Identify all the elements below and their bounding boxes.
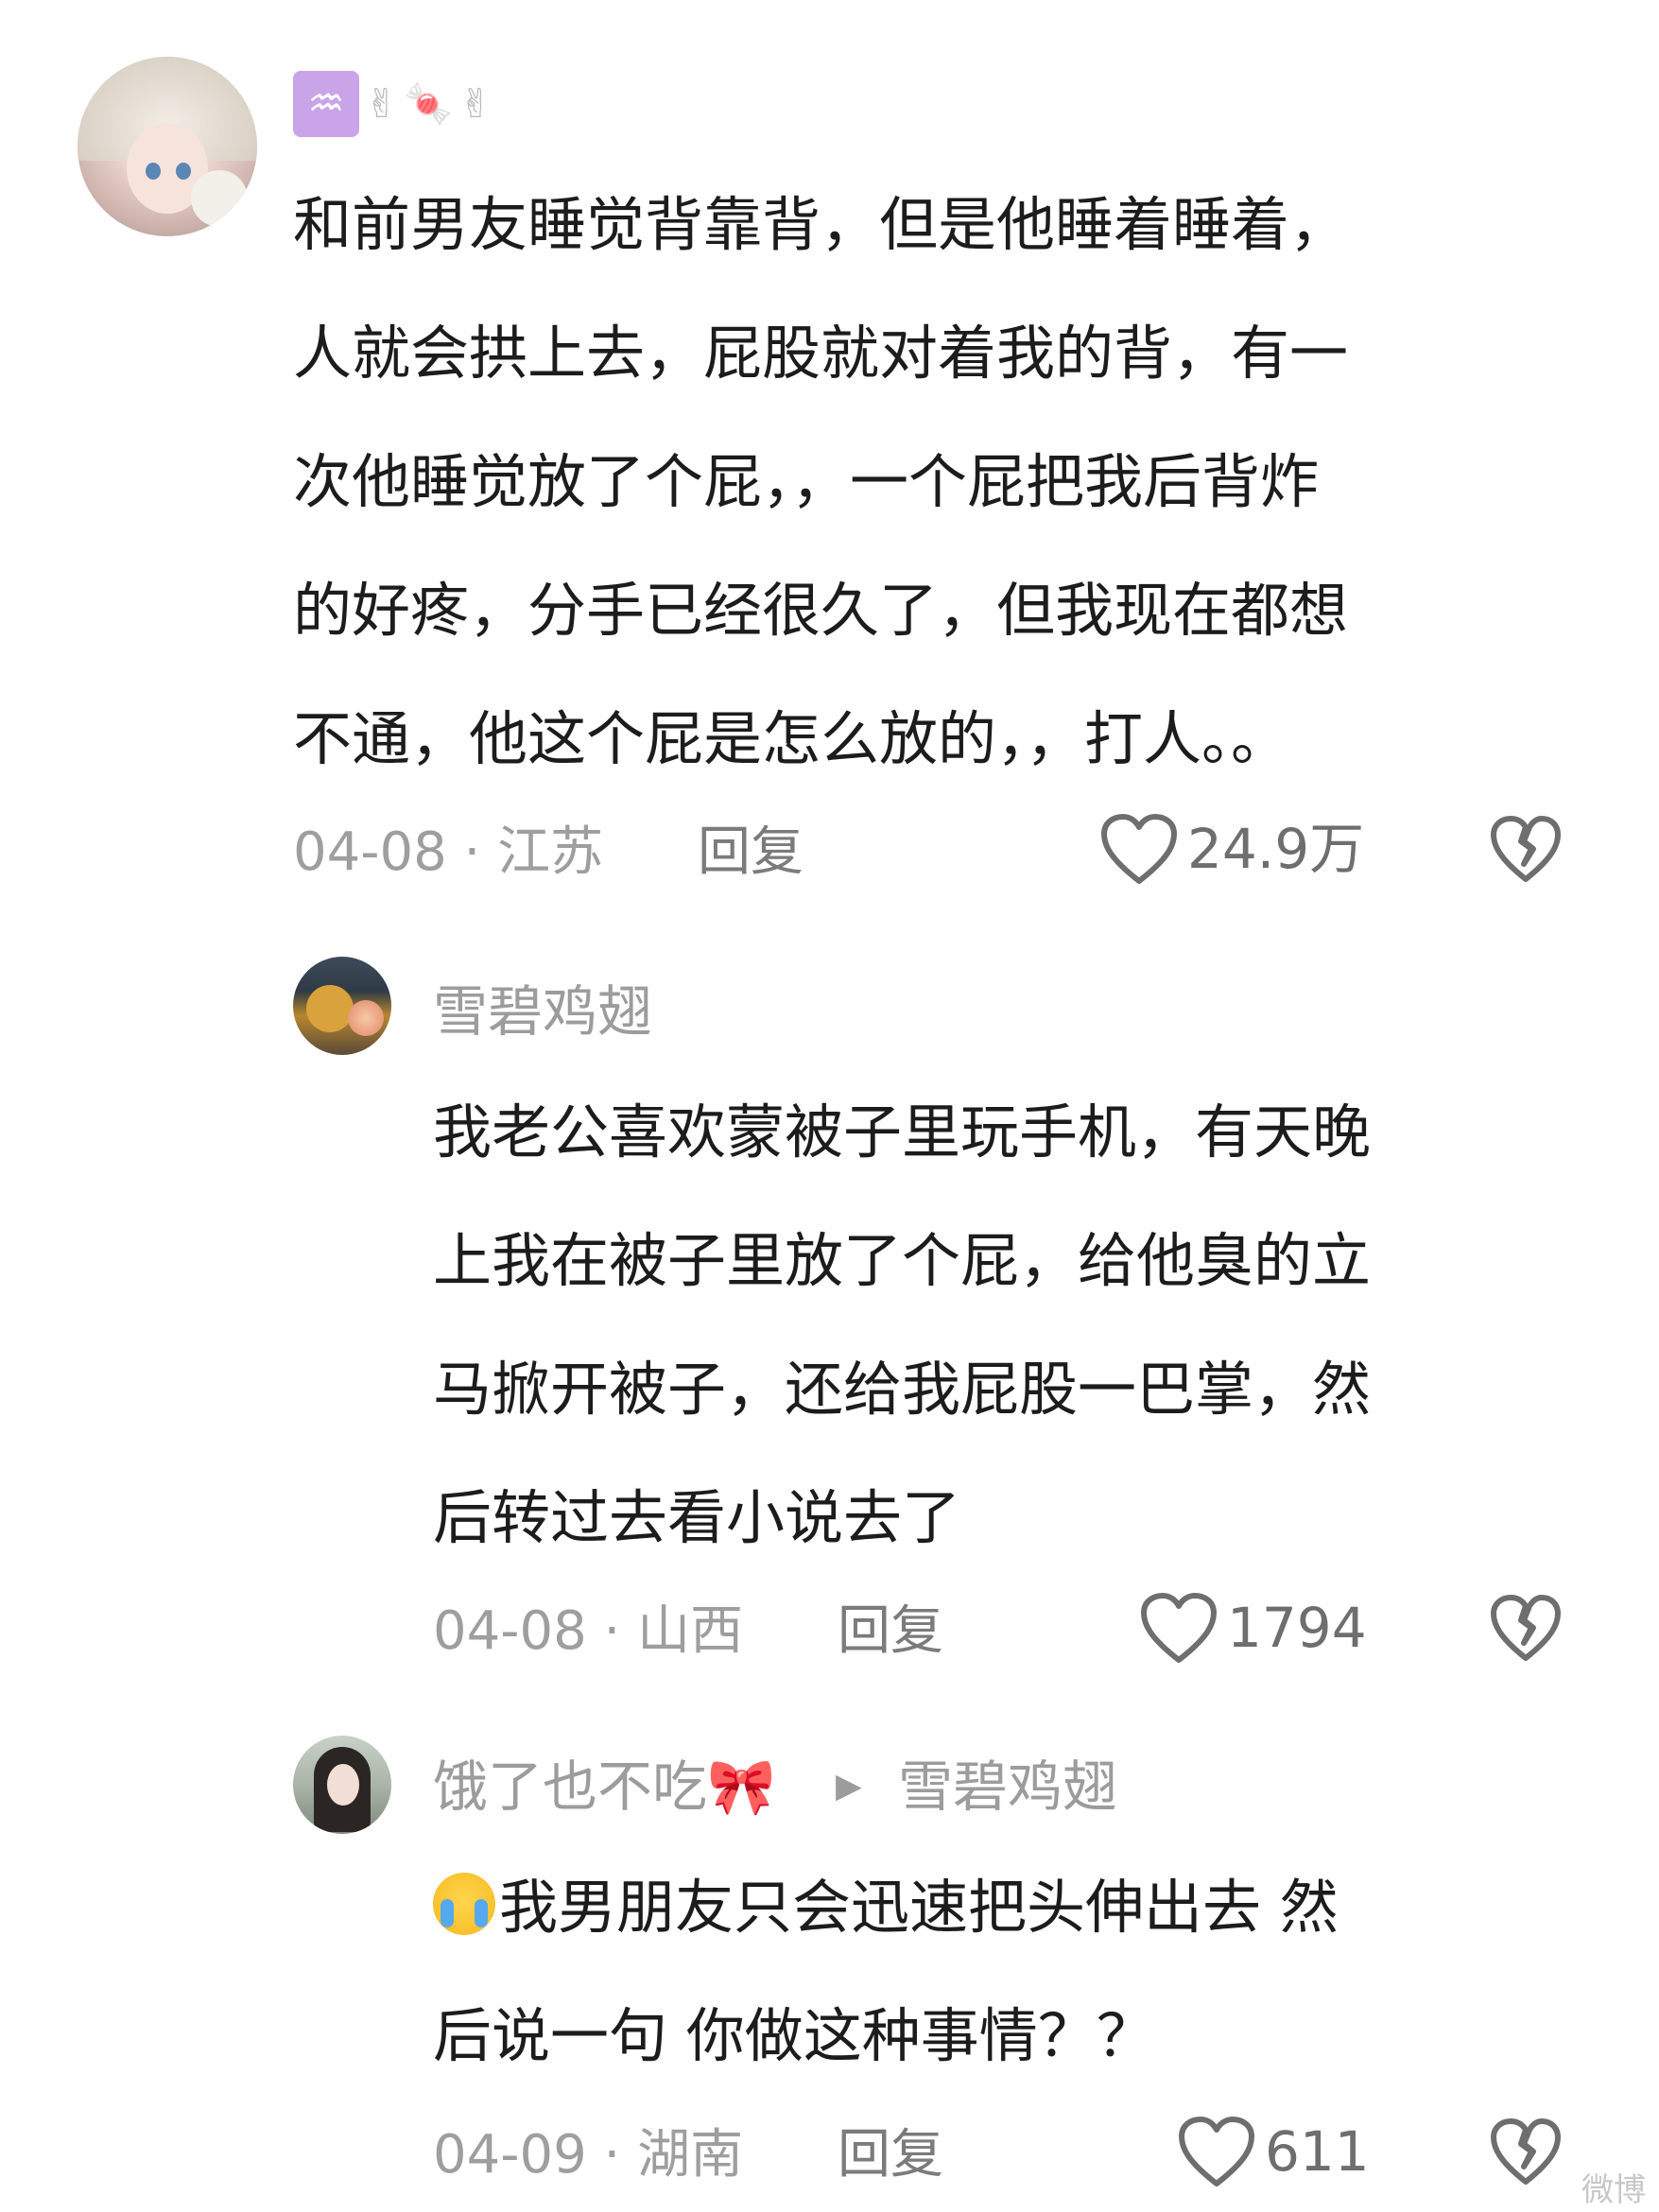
- broken-heart-icon: [1491, 2118, 1561, 2185]
- avatar-eye: [176, 163, 191, 180]
- broken-heart-icon: [1491, 1595, 1561, 1661]
- avatar[interactable]: [293, 957, 391, 1055]
- broken-heart-icon: [1491, 816, 1561, 882]
- like-count: 611: [1265, 2119, 1370, 2184]
- heart-icon: [1141, 1593, 1217, 1663]
- heart-icon: [1101, 814, 1177, 884]
- reply-button[interactable]: 回复: [838, 1594, 943, 1669]
- username[interactable]: 饿了也不吃🎀: [433, 1749, 775, 1824]
- username-emojis[interactable]: ♒ ✌ 🍬 ✌: [293, 64, 493, 144]
- like-button[interactable]: 24.9万: [1100, 811, 1364, 887]
- like-count: 1794: [1227, 1596, 1367, 1660]
- avatar-pet: [191, 170, 248, 227]
- reply-button[interactable]: 回复: [838, 2117, 943, 2193]
- victory-hand-emoji: ✌: [458, 80, 493, 127]
- comment-date-location: 04-09 · 湖南: [433, 2124, 744, 2186]
- avatar[interactable]: [293, 1736, 391, 1834]
- comment-text-line: 人就会拱上去，屁股就对着我的背，有一: [293, 319, 1349, 388]
- comment-text-line: 我男朋友只会迅速把头伸出去 然: [433, 1843, 1339, 1972]
- comment-date-location: 04-08 · 山西: [433, 1600, 744, 1662]
- avatar[interactable]: [78, 57, 257, 236]
- heart-icon: [1179, 2117, 1254, 2186]
- reply-arrow-icon: ▶: [836, 1767, 862, 1806]
- victory-hand-emoji: ✌: [365, 80, 399, 127]
- reply-to-username[interactable]: 雪碧鸡翅: [898, 1749, 1117, 1824]
- comment-text-line: 上我在被子里放了个屁，给他臭的立: [433, 1226, 1372, 1295]
- avatar-eye: [146, 163, 161, 180]
- like-button[interactable]: 1794: [1140, 1590, 1367, 1666]
- comment-text-line: 不通，他这个屁是怎么放的，，打人。。: [293, 704, 1290, 773]
- dislike-button[interactable]: [1490, 2117, 1562, 2186]
- watermark: 微博: [1581, 2171, 1646, 2209]
- comment-text-line: 后说一句 你做这种事情？？: [433, 2001, 1155, 2070]
- avatar-face: [327, 1764, 359, 1806]
- aquarius-emoji: ♒: [293, 71, 359, 137]
- dislike-button[interactable]: [1490, 815, 1562, 883]
- reply-button[interactable]: 回复: [698, 815, 804, 890]
- candy-emoji: 🍬: [404, 80, 454, 127]
- comment-text-line: 后转过去看小说去了: [433, 1483, 961, 1552]
- comment-text-line: 我老公喜欢蒙被子里玩手机，有天晚: [433, 1097, 1372, 1166]
- dislike-button[interactable]: [1490, 1594, 1562, 1662]
- like-count: 24.9万: [1187, 817, 1365, 881]
- crying-face-emoji: [433, 1873, 495, 1935]
- avatar-flower: [348, 1000, 384, 1036]
- like-button[interactable]: 611: [1178, 2114, 1370, 2189]
- username[interactable]: 雪碧鸡翅: [433, 974, 652, 1049]
- avatar-cat: [306, 985, 354, 1032]
- comment-text-line: 的好疼，分手已经很久了，但我现在都想: [293, 576, 1349, 645]
- comment-text-line: 和前男友睡觉背靠背，但是他睡着睡着，: [293, 190, 1349, 259]
- comment-text-line: 次他睡觉放了个屁，，一个屁把我后背炸: [293, 447, 1320, 516]
- comment-date-location: 04-08 · 江苏: [293, 821, 604, 883]
- comment-text-line: 马掀开被子，还给我屁股一巴掌，然: [433, 1355, 1372, 1424]
- comment-text-segment: 我男朋友只会迅速把头伸出去 然: [499, 1873, 1339, 1942]
